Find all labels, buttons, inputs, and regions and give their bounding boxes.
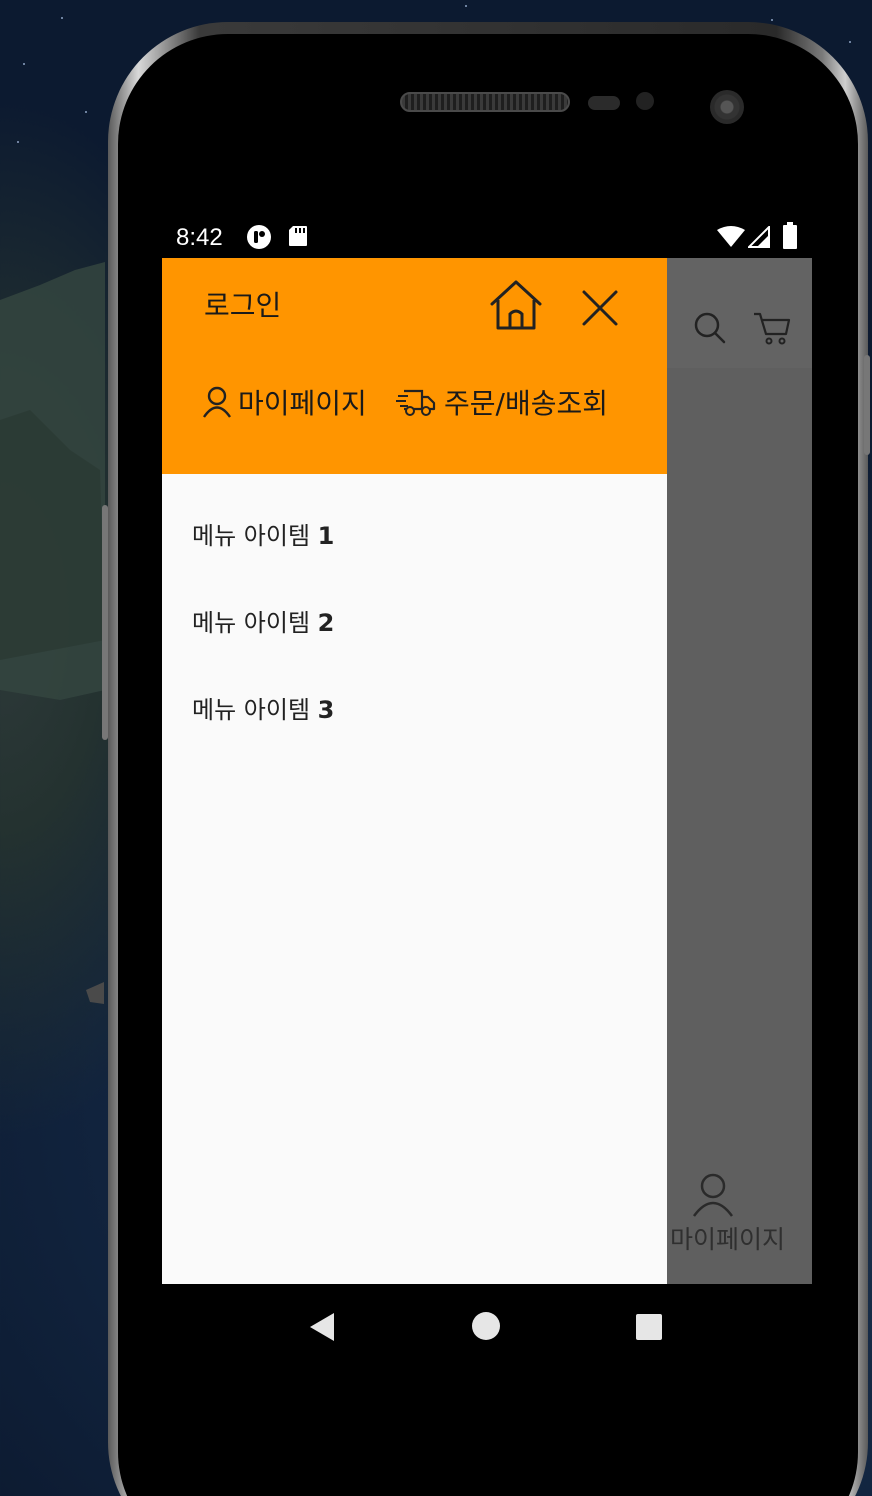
volume-button [102,505,108,740]
earpiece-speaker [400,92,570,112]
wifi-icon [717,226,745,247]
home-icon[interactable] [488,278,544,332]
menu-item-number: 2 [317,609,335,637]
menu-item-number: 1 [317,522,335,550]
close-icon[interactable] [580,288,620,328]
status-bar: 8:42 [162,216,812,258]
menu-item-2[interactable]: 메뉴 아이템 2 [192,603,334,638]
battery-icon [783,222,797,249]
app-area: 마이페이지 로그인 마이페이지 주문/배송조회 메뉴 아이템 1 메뉴 아이템 … [162,258,812,1284]
cell-signal-icon [748,226,770,248]
order-tracking-link[interactable]: 주문/배송조회 [396,382,608,422]
mypage-label: 마이페이지 [238,387,367,420]
sd-card-icon [289,226,307,246]
system-nav-bar [162,1284,812,1370]
light-sensor [636,92,654,110]
menu-item-1[interactable]: 메뉴 아이템 1 [192,516,334,551]
cart-icon[interactable] [752,310,792,346]
menu-item-number: 3 [317,696,335,724]
power-button [864,355,870,455]
tab-user-icon[interactable] [690,1172,736,1218]
order-tracking-label: 주문/배송조회 [444,387,608,420]
drawer-scrim[interactable] [667,258,812,1284]
notification-app-icon [247,225,271,249]
proximity-sensor [588,96,620,110]
delivery-truck-icon [396,389,436,416]
user-icon [203,386,231,418]
menu-item-3[interactable]: 메뉴 아이템 3 [192,690,334,725]
drawer-header: 로그인 마이페이지 주문/배송조회 [162,258,667,474]
menu-item-text: 메뉴 아이템 [192,609,311,637]
mypage-link[interactable]: 마이페이지 [202,382,367,422]
tab-mypage-label[interactable]: 마이페이지 [670,1220,785,1256]
menu-item-text: 메뉴 아이템 [192,522,311,550]
device-screen: 8:42 마이페이지 로그인 마이페이지 주문/배송조회 메뉴 아이템 1 메뉴… [162,216,812,1370]
front-camera [710,90,744,124]
menu-item-text: 메뉴 아이템 [192,696,311,724]
home-circle-icon[interactable] [472,1312,500,1340]
back-triangle-icon[interactable] [308,1312,336,1342]
recents-square-icon[interactable] [636,1314,662,1340]
login-link[interactable]: 로그인 [204,284,281,324]
status-time: 8:42 [176,224,223,251]
search-icon[interactable] [692,310,728,346]
navigation-drawer: 로그인 마이페이지 주문/배송조회 메뉴 아이템 1 메뉴 아이템 2 메뉴 아… [162,258,667,1284]
